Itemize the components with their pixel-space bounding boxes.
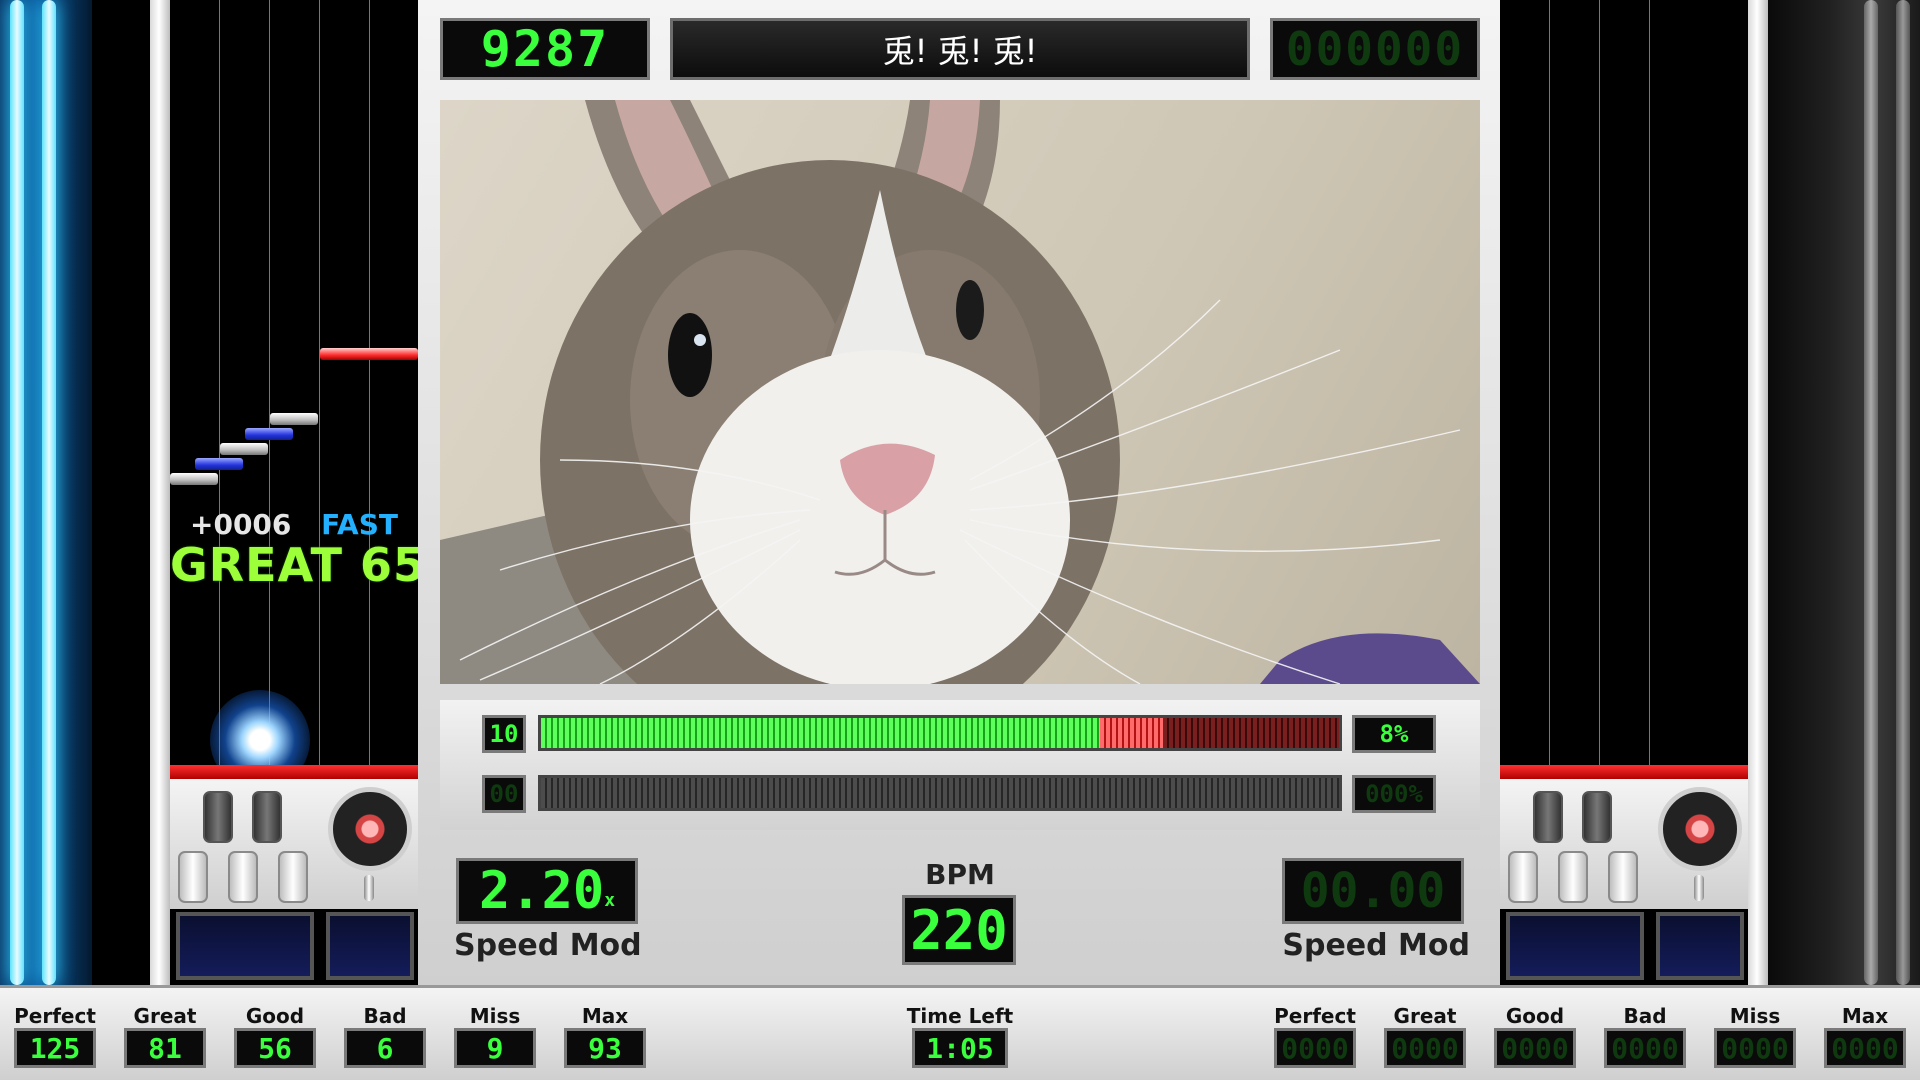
left-rail xyxy=(150,0,170,985)
lane-divider xyxy=(319,0,320,765)
p2-stat-value-good: 0000 xyxy=(1494,1028,1576,1068)
p2-key-5[interactable] xyxy=(1608,851,1638,903)
p1-stat-value-good: 56 xyxy=(234,1028,316,1068)
p1-speed-display: 2.20 x xyxy=(456,858,638,924)
p1-stat-label-bad: Bad xyxy=(363,1004,407,1028)
note-white xyxy=(270,413,318,425)
bga-video xyxy=(440,100,1480,684)
p2-stat-value-max-combo: 0000 xyxy=(1824,1028,1906,1068)
note-blue xyxy=(245,428,293,440)
p1-stat-value-miss: 9 xyxy=(454,1028,536,1068)
judgement-display: GREAT 65 xyxy=(170,538,425,592)
lane-divider xyxy=(269,0,270,765)
p2-stat-value-great: 0000 xyxy=(1384,1028,1466,1068)
p1-turntable-knob xyxy=(364,875,374,901)
p1-speed-label: Speed Mod xyxy=(454,928,642,963)
p1-stat-value-perfect: 125 xyxy=(14,1028,96,1068)
p1-stat-label-good: Good xyxy=(245,1004,305,1028)
p2-stat-value-bad: 0000 xyxy=(1604,1028,1686,1068)
p1-key-5[interactable] xyxy=(278,851,308,903)
p2-gauge-level: 00 xyxy=(482,775,526,813)
p2-playfield xyxy=(1500,0,1748,765)
p1-key-4[interactable] xyxy=(252,791,282,843)
lane-divider xyxy=(219,0,220,765)
p2-score-display: 000000 xyxy=(1270,18,1480,80)
p1-key-display xyxy=(176,912,314,980)
p2-judge-line xyxy=(1500,765,1748,779)
combo-count: 65 xyxy=(360,538,427,592)
p1-groove-gauge xyxy=(538,715,1342,751)
note-scratch xyxy=(320,348,418,360)
time-left-label: Time Left xyxy=(906,1004,1014,1028)
bpm-display: 220 xyxy=(902,895,1016,965)
left-neon-tube-2 xyxy=(42,0,56,985)
lane-divider xyxy=(1549,0,1550,765)
p2-stat-label-bad: Bad xyxy=(1623,1004,1667,1028)
p1-gauge-red-empty xyxy=(1163,718,1339,748)
p1-stat-label-miss: Miss xyxy=(469,1004,521,1028)
p1-key-2[interactable] xyxy=(203,791,233,843)
p1-turntable[interactable] xyxy=(328,787,412,871)
timing-indicator: +0006 FAST xyxy=(190,508,418,541)
p2-speed-label: Speed Mod xyxy=(1282,928,1470,963)
p2-speed-display: 00.00 xyxy=(1282,858,1464,924)
p2-controller xyxy=(1500,779,1748,909)
lane-divider xyxy=(1649,0,1650,765)
p2-stat-label-perfect: Perfect xyxy=(1274,1004,1356,1028)
p2-scratch-display xyxy=(1656,912,1744,980)
p1-stat-label-great: Great xyxy=(133,1004,197,1028)
p1-judge-line xyxy=(170,765,418,779)
note-white xyxy=(170,473,218,485)
p1-key-3[interactable] xyxy=(228,851,258,903)
note-blue xyxy=(195,458,243,470)
p1-key-1[interactable] xyxy=(178,851,208,903)
p2-key-display xyxy=(1506,912,1644,980)
p1-stat-value-bad: 6 xyxy=(344,1028,426,1068)
right-neon-tube-2 xyxy=(1896,0,1910,985)
p2-turntable[interactable] xyxy=(1658,787,1742,871)
judgement-text: GREAT xyxy=(170,538,344,592)
song-title: 兎! 兎! 兎! xyxy=(882,32,1038,70)
timing-label: FAST xyxy=(321,508,398,541)
p1-score-display: 9287 xyxy=(440,18,650,80)
p2-key-3[interactable] xyxy=(1558,851,1588,903)
p1-stat-label-perfect: Perfect xyxy=(14,1004,96,1028)
p2-key-2[interactable] xyxy=(1533,791,1563,843)
timing-offset: +0006 xyxy=(190,508,292,541)
p2-stat-value-miss: 0000 xyxy=(1714,1028,1796,1068)
time-left-display: 1:05 xyxy=(912,1028,1008,1068)
right-rail xyxy=(1748,0,1768,985)
p1-gauge-fill xyxy=(541,718,1100,748)
left-neon-panel xyxy=(0,0,92,985)
rabbit-image xyxy=(440,100,1480,684)
song-title-bar: 兎! 兎! 兎! xyxy=(670,18,1250,80)
p2-gauge-percent: 000% xyxy=(1352,775,1436,813)
note-white xyxy=(220,443,268,455)
p2-key-4[interactable] xyxy=(1582,791,1612,843)
p2-stat-value-perfect: 0000 xyxy=(1274,1028,1356,1068)
lane-divider xyxy=(369,0,370,765)
p1-controller xyxy=(170,779,418,909)
p1-stat-value-max-combo: 93 xyxy=(564,1028,646,1068)
p1-gauge-red-zone xyxy=(1099,718,1164,748)
p1-gauge-percent: 8% xyxy=(1352,715,1436,753)
p1-stat-value-great: 81 xyxy=(124,1028,206,1068)
p1-gauge-level: 10 xyxy=(482,715,526,753)
p1-playfield: +0006 FAST GREAT 65 xyxy=(170,0,425,790)
p2-stat-label-good: Good xyxy=(1505,1004,1565,1028)
p2-turntable-knob xyxy=(1694,875,1704,901)
p2-key-1[interactable] xyxy=(1508,851,1538,903)
right-neon-tube-1 xyxy=(1864,0,1878,985)
p2-stat-label-great: Great xyxy=(1393,1004,1457,1028)
p2-groove-gauge xyxy=(538,775,1342,811)
lane-divider xyxy=(1599,0,1600,765)
p1-scratch-display xyxy=(326,912,414,980)
bpm-label: BPM xyxy=(925,858,995,891)
left-neon-tube-1 xyxy=(10,0,24,985)
right-neon-panel xyxy=(1768,0,1920,985)
p2-stat-label-miss: Miss xyxy=(1729,1004,1781,1028)
